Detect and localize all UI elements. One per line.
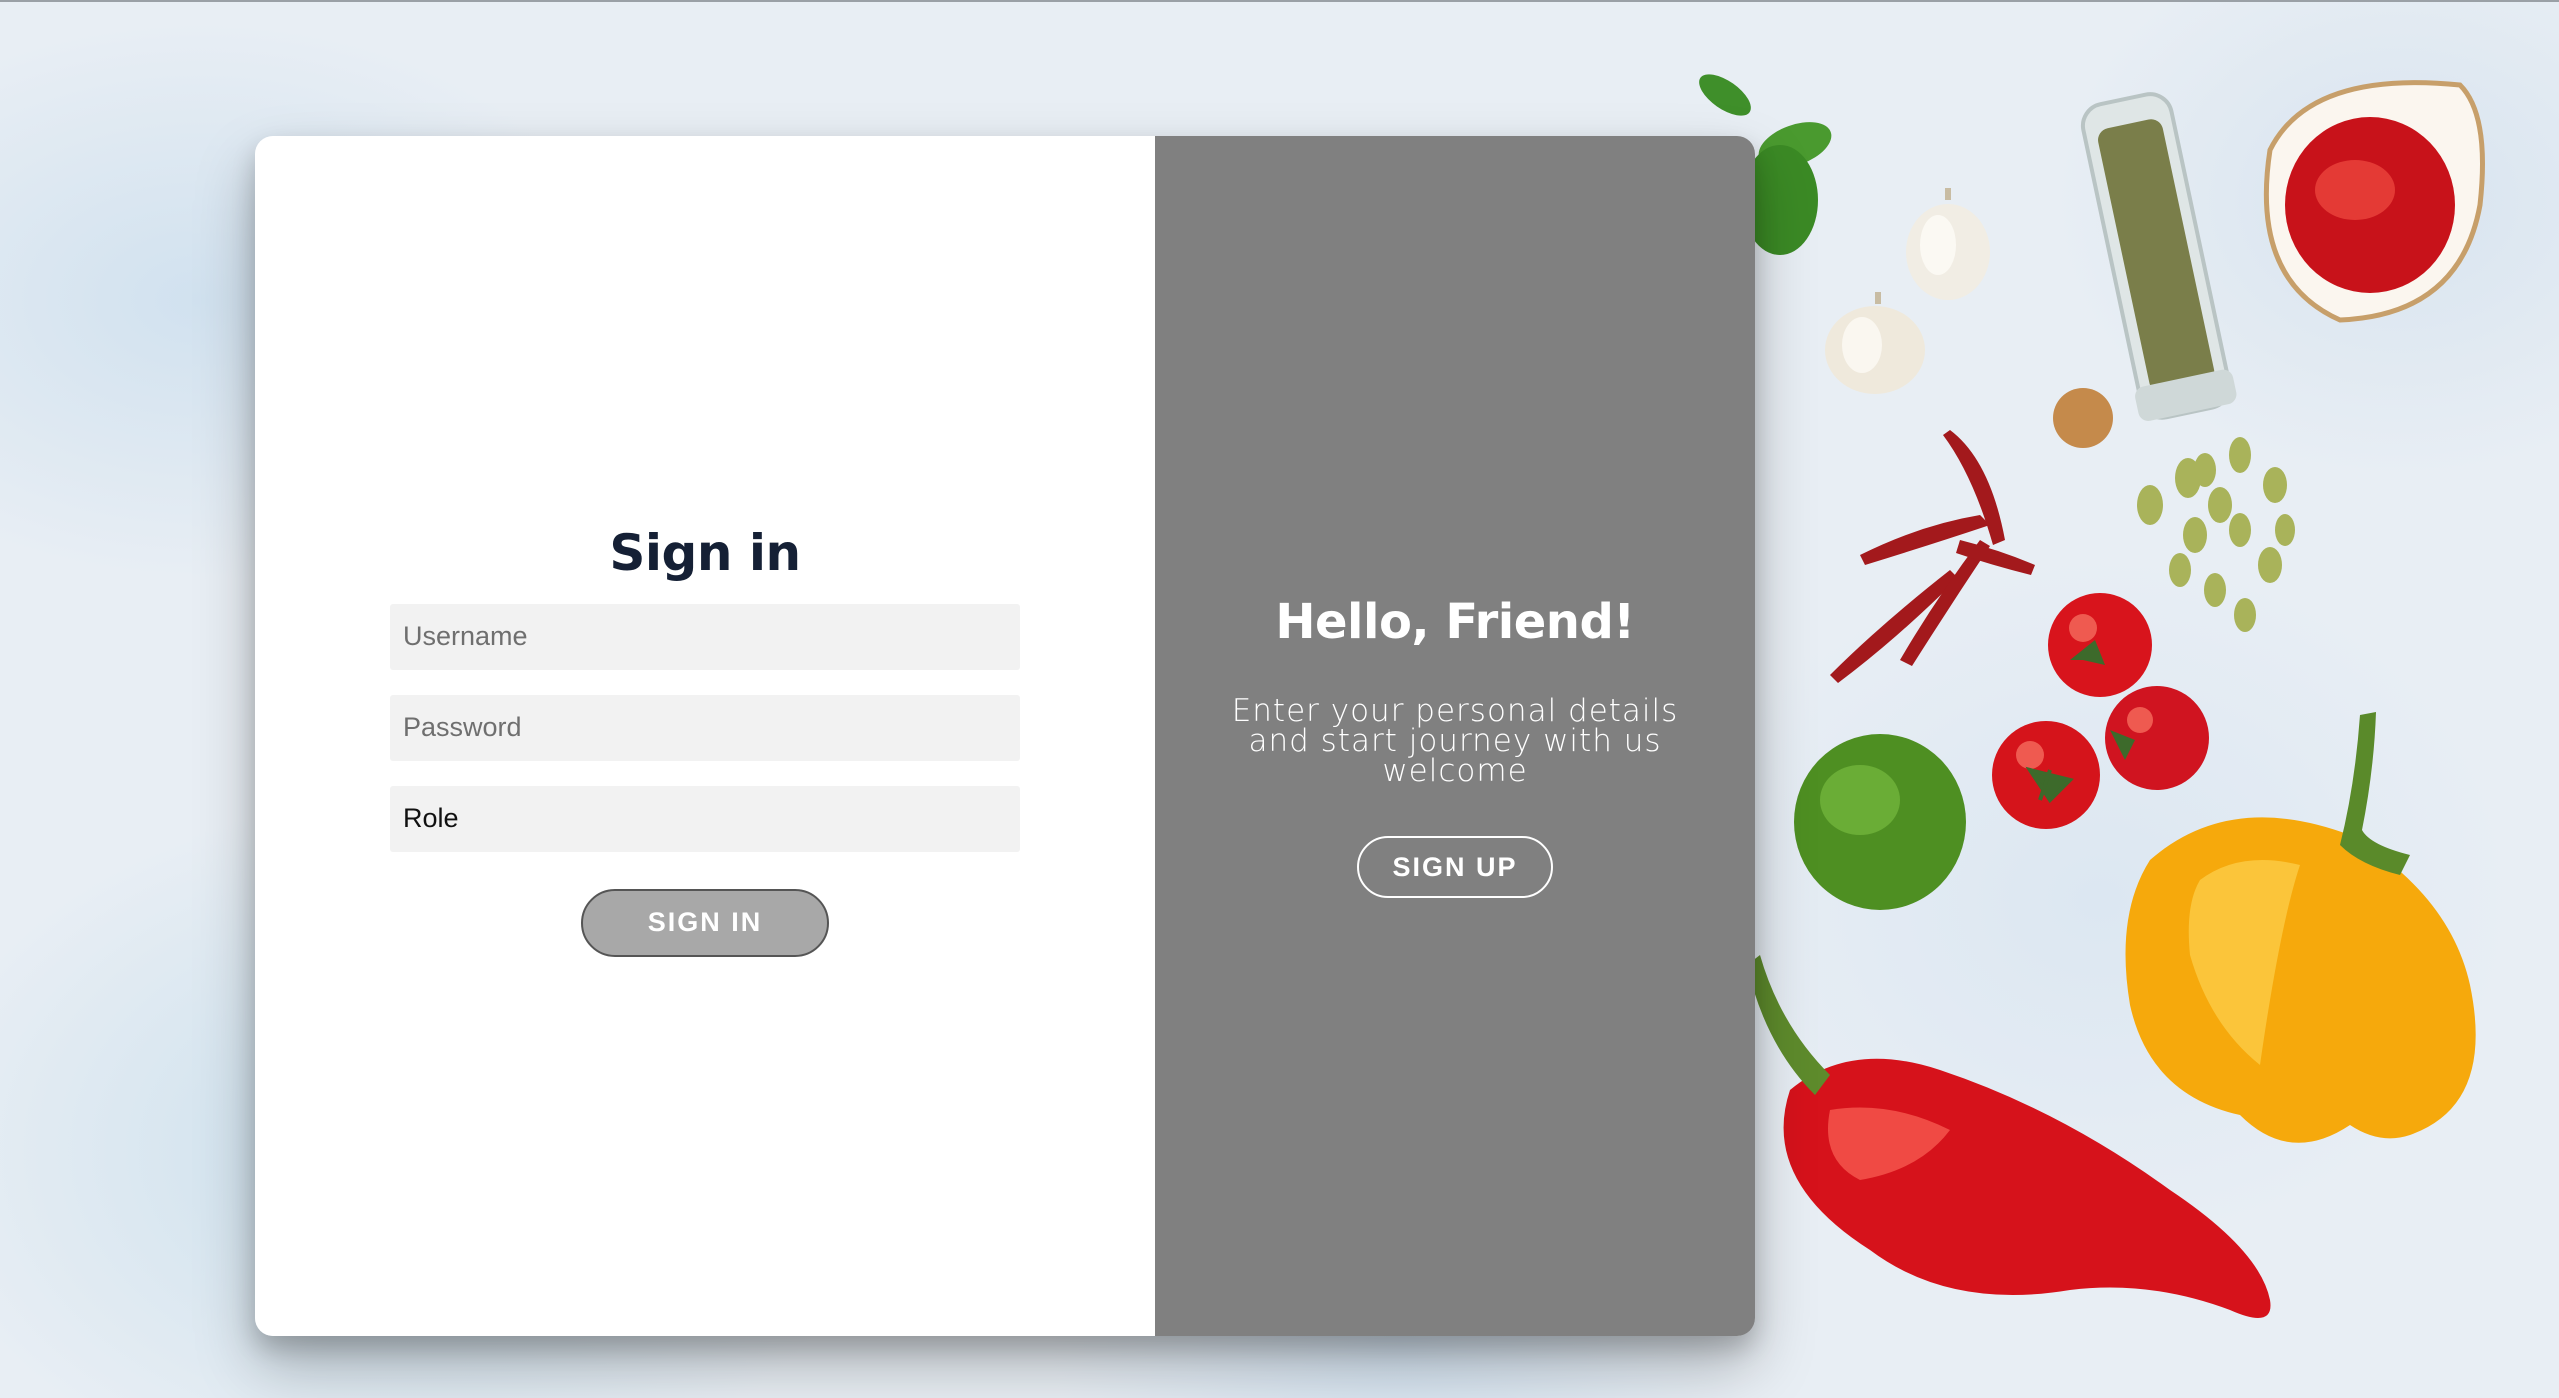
signin-button-label: SIGN IN: [647, 907, 763, 937]
cork-ball: [2053, 388, 2113, 448]
welcome-panel: Hello, Friend! Enter your personal detai…: [1155, 136, 1755, 1336]
welcome-description-line-1: Enter your personal details: [1231, 693, 1679, 729]
signin-title: Sign in: [609, 523, 801, 582]
welcome-description-line-3: welcome: [1382, 753, 1528, 789]
pumpkin-seeds: [2137, 437, 2295, 632]
signin-panel: Sign in Role SIGN IN: [255, 136, 1155, 1336]
role-select[interactable]: Role: [390, 785, 1020, 852]
yellow-bell-pepper: [2125, 712, 2476, 1143]
browser-top-edge: [0, 0, 2559, 2]
garlic-bulbs: [1825, 188, 1990, 394]
username-input[interactable]: [390, 603, 1020, 670]
lime: [1794, 734, 1966, 910]
welcome-description-line-2: and start journey with us: [1248, 723, 1662, 759]
welcome-description: Enter your personal details and start jo…: [1215, 693, 1695, 789]
dried-chili-peppers: [1830, 430, 2035, 683]
seed-jar: [2080, 92, 2237, 421]
signup-button[interactable]: SIGN UP: [1357, 836, 1553, 898]
cherry-tomatoes: [1992, 593, 2209, 829]
password-input[interactable]: [390, 694, 1020, 761]
signin-button[interactable]: SIGN IN: [581, 888, 829, 957]
welcome-title: Hello, Friend!: [1275, 594, 1635, 650]
ketchup-bowl: [2263, 80, 2485, 323]
auth-card: Sign in Role SIGN IN Hello, Friend! Ente…: [255, 136, 1755, 1336]
signup-button-label: SIGN UP: [1392, 851, 1518, 882]
red-bell-pepper: [1747, 955, 2271, 1318]
role-select-value: Role: [403, 803, 459, 833]
